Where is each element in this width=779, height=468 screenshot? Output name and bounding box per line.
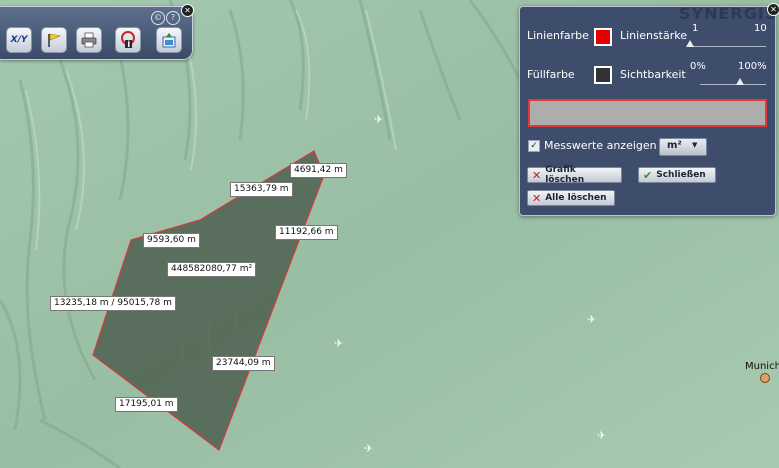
airport-icon: ✈ <box>597 429 607 442</box>
export-icon <box>162 33 176 48</box>
clear-all-button[interactable]: ✕ Alle löschen <box>527 190 615 206</box>
show-measurements-label: Messwerte anzeigen <box>544 139 657 152</box>
measurement-label-left-upper: 9593,60 m <box>143 233 200 248</box>
brand-logo: SYNERGIS <box>679 4 778 23</box>
help-icon[interactable]: ? <box>166 11 180 25</box>
measurement-label-left: 13235,18 m / 95015,78 m <box>50 296 176 311</box>
visibility-slider[interactable] <box>700 84 766 85</box>
info-button[interactable] <box>115 27 141 53</box>
visibility-min: 0% <box>690 61 706 72</box>
close-panel-button[interactable]: ✔ Schließen <box>638 167 716 183</box>
xy-icon: X/Y <box>10 35 28 45</box>
airport-icon: ✈ <box>334 337 344 350</box>
visibility-max: 100% <box>738 61 767 72</box>
delete-all-icon: ✕ <box>532 191 542 205</box>
info-icon <box>121 31 135 48</box>
fill-color-label: Füllfarbe <box>527 68 575 81</box>
flag-icon <box>48 33 62 47</box>
export-button[interactable] <box>156 27 182 53</box>
copyright-icon[interactable]: © <box>151 11 165 25</box>
flag-button[interactable] <box>41 27 67 53</box>
clear-all-label: Alle löschen <box>545 193 607 203</box>
measurement-label-top: 4691,42 m <box>290 163 347 178</box>
airport-icon: ✈ <box>364 442 374 455</box>
style-preview <box>528 99 767 127</box>
airport-icon: ✈ <box>374 113 384 126</box>
line-width-slider[interactable] <box>690 46 766 47</box>
measurement-label-bottom: 17195,01 m <box>115 397 178 412</box>
line-width-max: 10 <box>754 23 767 34</box>
fill-color-swatch[interactable] <box>594 66 612 84</box>
delete-icon: ✕ <box>532 168 542 182</box>
measurement-label-area: 448582080,77 m² <box>167 262 257 277</box>
measurement-label-right-lower: 23744,09 m <box>212 356 275 371</box>
xy-coordinates-button[interactable]: X/Y <box>6 27 32 53</box>
panel-close-icon[interactable]: ✕ <box>767 3 779 16</box>
visibility-slider-thumb[interactable] <box>735 78 744 85</box>
toolbar-close-icon[interactable]: ✕ <box>181 4 194 17</box>
clear-graphic-button[interactable]: ✕ Grafik löschen <box>527 165 622 185</box>
airport-icon: ✈ <box>587 313 597 326</box>
map-toolbar: © ? X/Y ✕ <box>0 4 194 60</box>
city-marker[interactable] <box>760 373 770 383</box>
close-label: Schließen <box>656 170 706 180</box>
checkmark-icon: ✔ <box>643 168 653 182</box>
measurement-label-right-upper: 11192,66 m <box>275 225 338 240</box>
print-icon <box>81 32 97 48</box>
graphic-style-panel: Linienfarbe Linienstärke 1 10 Füllfarbe … <box>519 6 776 216</box>
visibility-label: Sichtbarkeit <box>620 68 686 81</box>
line-width-slider-thumb[interactable] <box>686 40 694 47</box>
unit-select-value: m² <box>667 140 682 151</box>
show-measurements-checkbox[interactable]: ✓ <box>528 140 540 152</box>
clear-graphic-label: Grafik löschen <box>545 165 585 185</box>
measurement-label-upper-left: 15363,79 m <box>230 182 293 197</box>
chevron-down-icon: ▼ <box>692 141 698 149</box>
line-color-label: Linienfarbe <box>527 29 589 42</box>
line-width-min: 1 <box>692 23 699 34</box>
line-width-label: Linienstärke <box>620 29 688 42</box>
city-label: Munich <box>745 361 779 372</box>
print-button[interactable] <box>76 27 102 53</box>
line-color-swatch[interactable] <box>594 28 612 46</box>
unit-select[interactable]: m² ▼ <box>659 138 707 156</box>
